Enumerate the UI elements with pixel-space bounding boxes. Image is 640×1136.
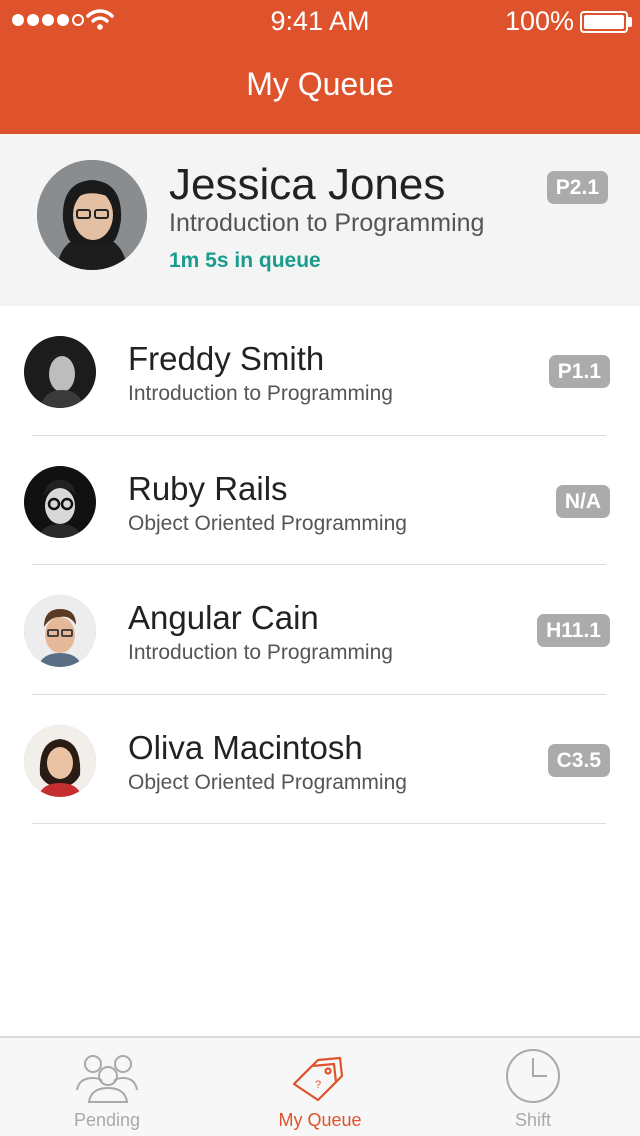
tab-label: Pending xyxy=(73,1110,141,1130)
tab-label: Shift xyxy=(514,1110,552,1130)
tab-bar: Pending ? My Queue Shift xyxy=(0,1036,640,1136)
tab-pending[interactable]: Pending xyxy=(0,1038,214,1136)
clock-icon xyxy=(506,1049,560,1103)
battery-percentage: 100% xyxy=(504,6,574,36)
student-name: Oliva Macintosh xyxy=(128,728,363,766)
location-badge: P2.1 xyxy=(546,171,608,204)
list-item[interactable]: Oliva Macintosh Object Oriented Programm… xyxy=(0,695,640,824)
people-group-icon xyxy=(76,1055,138,1103)
battery-icon xyxy=(580,11,628,33)
list-item[interactable]: Angular Cain Introduction to Programming… xyxy=(0,565,640,695)
app-header: 9:41 AM 100% My Queue xyxy=(0,0,640,134)
location-badge: N/A xyxy=(555,484,610,518)
avatar xyxy=(24,724,96,797)
svg-text:?: ? xyxy=(315,1079,321,1091)
avatar xyxy=(24,336,96,408)
battery-cap xyxy=(628,17,632,27)
location-badge: C3.5 xyxy=(547,743,610,777)
student-course: Introduction to Programming xyxy=(128,382,393,405)
list-item[interactable]: Ruby Rails Object Oriented Programming N… xyxy=(0,436,640,565)
tab-shift[interactable]: Shift xyxy=(426,1038,640,1136)
page-title: My Queue xyxy=(246,66,394,102)
student-course: Introduction to Programming xyxy=(128,641,393,664)
queue-list: Freddy Smith Introduction to Programming… xyxy=(0,306,640,824)
list-item[interactable]: Freddy Smith Introduction to Programming… xyxy=(0,306,640,436)
queue-wait-time: 1m 5s in queue xyxy=(169,249,321,272)
status-bar: 9:41 AM 100% xyxy=(0,0,640,40)
student-course: Object Oriented Programming xyxy=(128,511,407,535)
student-course: Object Oriented Programming xyxy=(128,770,407,794)
location-badge: P1.1 xyxy=(548,355,610,388)
student-name: Jessica Jones xyxy=(169,160,446,209)
divider xyxy=(32,823,606,824)
student-name: Ruby Rails xyxy=(128,469,288,507)
current-student-card[interactable]: Jessica Jones Introduction to Programmin… xyxy=(0,134,640,306)
ticket-tags-icon: ? xyxy=(292,1056,344,1102)
avatar xyxy=(24,465,96,538)
student-course: Introduction to Programming xyxy=(169,209,485,237)
tab-label: My Queue xyxy=(278,1110,362,1130)
avatar xyxy=(24,595,96,667)
student-name: Freddy Smith xyxy=(128,340,325,377)
student-name: Angular Cain xyxy=(128,599,319,636)
tab-my-queue[interactable]: ? My Queue xyxy=(213,1038,427,1136)
location-badge: H11.1 xyxy=(537,614,610,647)
avatar xyxy=(37,160,147,270)
